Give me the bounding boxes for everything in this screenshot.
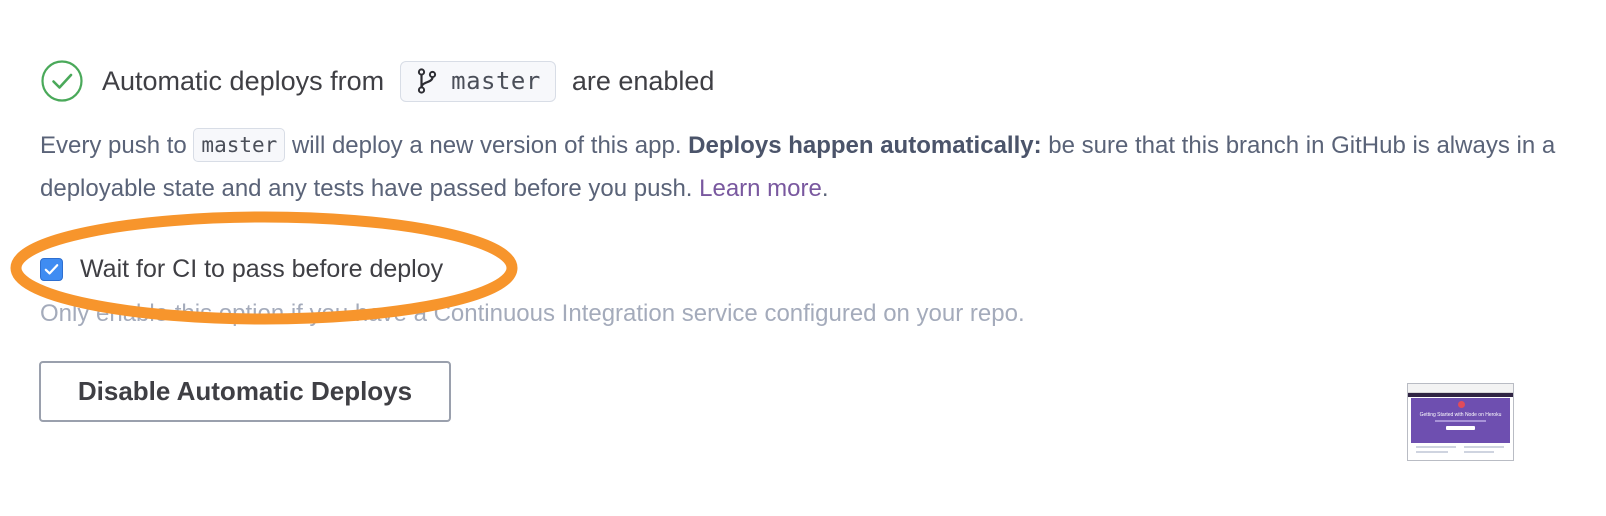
wait-for-ci-label[interactable]: Wait for CI to pass before deploy xyxy=(80,255,443,284)
thumbnail-navbar xyxy=(1408,393,1513,397)
thumbnail-hero: Getting Started with Node on Heroku xyxy=(1411,398,1510,443)
page-thumbnail[interactable]: Getting Started with Node on Heroku xyxy=(1407,383,1514,461)
disable-automatic-deploys-button[interactable]: Disable Automatic Deploys xyxy=(39,361,451,422)
ci-hint: Only enable this option if you have a Co… xyxy=(40,300,1025,327)
description-emphasis: Deploys happen automatically: xyxy=(688,132,1042,159)
thumbnail-text-line xyxy=(1464,451,1494,453)
status-suffix: are enabled xyxy=(571,65,715,96)
branch-badge: master xyxy=(400,60,556,102)
description-text: will deploy a new version of this app. xyxy=(291,132,682,159)
deploy-description: Every push to master will deploy a new v… xyxy=(40,124,1585,210)
thumbnail-subtitle-line xyxy=(1435,420,1486,422)
checkmark-icon xyxy=(44,263,59,274)
thumbnail-browser-bar xyxy=(1408,384,1513,393)
wait-for-ci-option[interactable]: Wait for CI to pass before deploy xyxy=(40,254,443,284)
status-prefix: Automatic deploys from xyxy=(102,65,385,96)
thumbnail-text-line xyxy=(1416,446,1456,448)
description-period: . xyxy=(821,175,829,202)
thumbnail-title: Getting Started with Node on Heroku xyxy=(1419,412,1502,418)
check-circle-icon xyxy=(41,60,83,102)
git-branch-icon xyxy=(418,68,437,94)
branch-name: master xyxy=(451,67,541,95)
learn-more-link[interactable]: Learn more xyxy=(699,175,822,202)
auto-deploy-status: Automatic deploys from master are enable… xyxy=(40,59,714,103)
thumbnail-button xyxy=(1446,426,1475,430)
heroku-logo-icon xyxy=(1458,401,1465,408)
wait-for-ci-checkbox[interactable] xyxy=(40,257,63,281)
thumbnail-text-line xyxy=(1464,446,1504,448)
branch-code: master xyxy=(193,128,286,162)
thumbnail-text-line xyxy=(1416,451,1448,453)
description-text: Every push to xyxy=(40,132,187,159)
